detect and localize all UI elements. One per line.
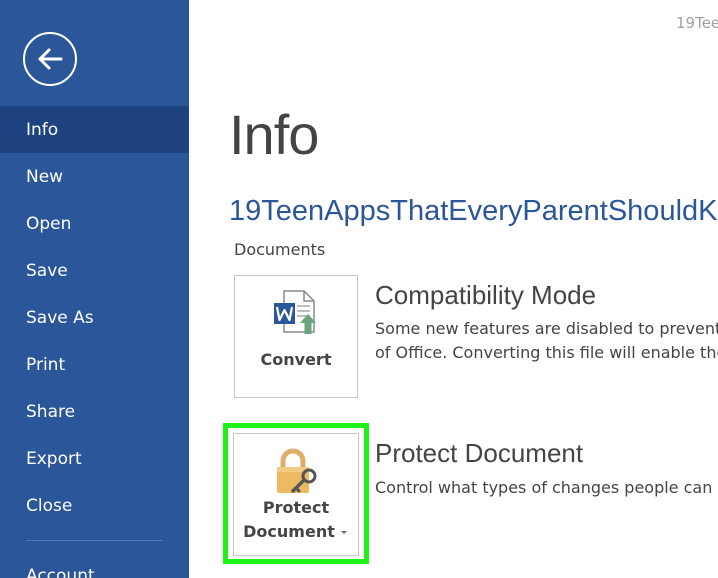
- protect-document-label-line2: Document: [243, 520, 349, 544]
- compatibility-mode-title: Compatibility Mode: [375, 280, 597, 310]
- backstage-sidebar: Info New Open Save Save As Print Share E…: [0, 0, 189, 578]
- window-document-title: 19Teen: [676, 14, 718, 32]
- document-location: Documents: [234, 240, 326, 259]
- lock-key-icon: [277, 448, 317, 493]
- convert-button[interactable]: Convert: [234, 275, 358, 398]
- protect-document-title: Protect Document: [375, 438, 584, 468]
- info-pane: 19Teen Info 19TeenAppsThatEveryParentSho…: [189, 0, 718, 578]
- nav-divider: [26, 540, 163, 541]
- protect-document-label-line1: Protect: [262, 498, 330, 517]
- compatibility-mode-description: Some new features are disabled to preven…: [375, 319, 718, 362]
- nav-item-save[interactable]: Save: [0, 247, 189, 294]
- nav-item-info[interactable]: Info: [0, 106, 189, 153]
- back-arrow-icon: [38, 48, 63, 70]
- page-title: Info: [229, 103, 319, 166]
- protect-document-button[interactable]: Protect Document: [233, 433, 359, 556]
- nav-item-close[interactable]: Close: [0, 482, 189, 529]
- document-name: 19TeenAppsThatEveryParentShouldK: [229, 195, 718, 227]
- back-button[interactable]: [23, 32, 77, 86]
- nav-item-open[interactable]: Open: [0, 200, 189, 247]
- protect-document-description: Control what types of changes people can…: [375, 478, 718, 497]
- nav-item-export[interactable]: Export: [0, 435, 189, 482]
- nav-item-share[interactable]: Share: [0, 388, 189, 435]
- dropdown-arrow-icon: [340, 530, 347, 534]
- convert-button-label: Convert: [260, 350, 332, 369]
- nav-item-account[interactable]: Account: [0, 552, 189, 578]
- nav-item-save-as[interactable]: Save As: [0, 294, 189, 341]
- nav-item-print[interactable]: Print: [0, 341, 189, 388]
- nav-item-new[interactable]: New: [0, 153, 189, 200]
- word-convert-icon: [274, 290, 316, 334]
